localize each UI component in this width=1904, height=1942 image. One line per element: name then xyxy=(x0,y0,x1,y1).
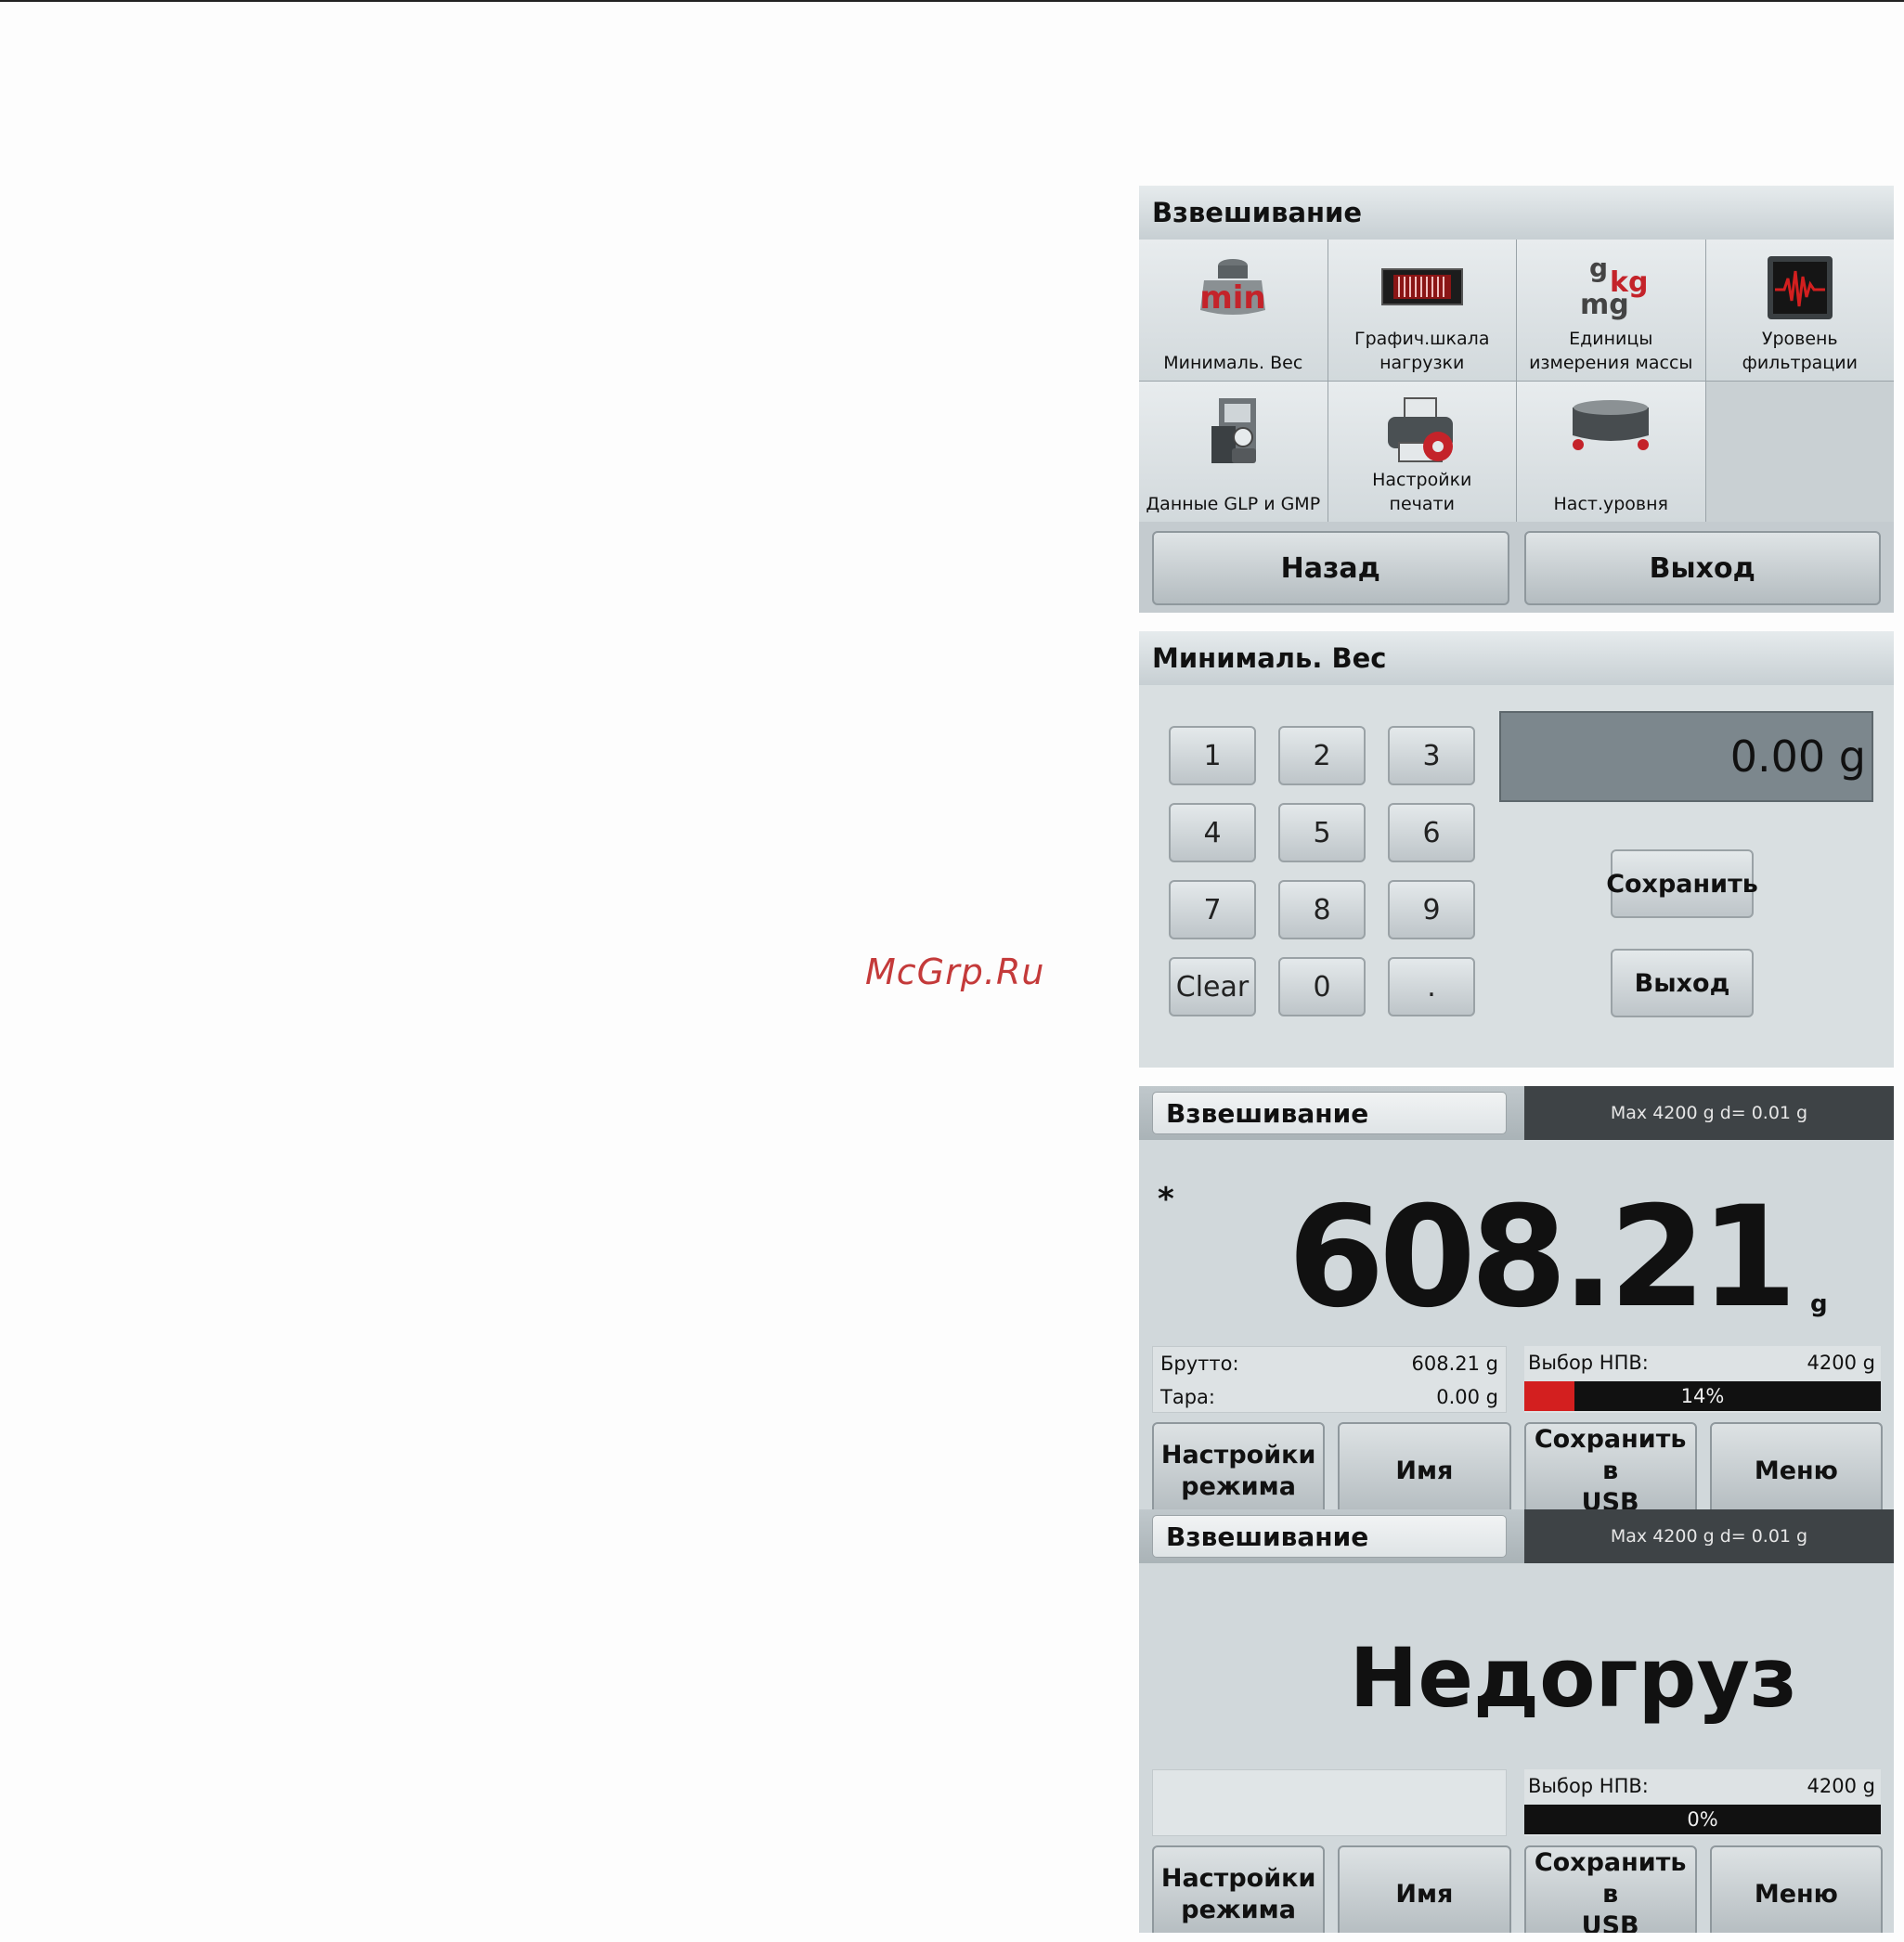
key-4[interactable]: 4 xyxy=(1169,803,1256,862)
watermark: McGrp.Ru xyxy=(865,952,1045,992)
npv-label: Выбор НПВ: xyxy=(1528,1775,1649,1797)
menu-item-label: Настройки печати xyxy=(1372,470,1472,514)
key-decimal[interactable]: . xyxy=(1388,957,1475,1016)
gross-label: Брутто: xyxy=(1160,1353,1239,1375)
svg-text:min: min xyxy=(1200,279,1266,317)
keypad-title: Минималь. Вес xyxy=(1139,631,1894,685)
print-settings-icon xyxy=(1380,395,1464,473)
menu-button-row: Назад Выход xyxy=(1139,522,1894,613)
menu-title: Взвешивание xyxy=(1139,186,1894,240)
capacity-panel: Выбор НПВ: 4200 g 14% xyxy=(1524,1346,1881,1413)
menu-item-filter-level[interactable]: Уровень фильтрации xyxy=(1705,240,1894,381)
tare-row: Тара: 0.00 g xyxy=(1160,1380,1498,1414)
menu-item-label: Наст.уровня xyxy=(1553,494,1668,514)
capacity-panel: Выбор НПВ: 4200 g 0% xyxy=(1524,1769,1881,1836)
stable-indicator: * xyxy=(1158,1181,1174,1218)
load-bar: 14% xyxy=(1524,1381,1881,1411)
npv-row: Выбор НПВ: 4200 g xyxy=(1528,1769,1875,1803)
menu-item-label: Единицы измерения массы xyxy=(1529,328,1693,373)
value-display: 0.00 g xyxy=(1499,711,1873,802)
weighing-menu-screen: Взвешивание min Минималь. Вес Графич.шка… xyxy=(1139,186,1894,613)
key-6[interactable]: 6 xyxy=(1388,803,1475,862)
underload-screen: Взвешивание Max 4200 g d= 0.01 g Недогру… xyxy=(1139,1509,1894,1933)
capacity-info: Max 4200 g d= 0.01 g xyxy=(1524,1086,1894,1140)
key-9[interactable]: 9 xyxy=(1388,880,1475,939)
menu-grid: min Минималь. Вес Графич.шкала нагрузки xyxy=(1139,240,1894,522)
menu-button[interactable]: Меню xyxy=(1709,1845,1883,1933)
key-8[interactable]: 8 xyxy=(1278,880,1366,939)
menu-item-glp-gmp[interactable]: Данные GLP и GMP xyxy=(1139,381,1328,522)
gross-value: 608.21 g xyxy=(1411,1353,1499,1375)
key-clear[interactable]: Clear xyxy=(1169,957,1256,1016)
menu-item-units[interactable]: g kg mg Единицы измерения массы xyxy=(1517,240,1705,381)
top-rule xyxy=(0,0,1904,2)
min-weight-keypad-screen: Минималь. Вес 1 2 3 4 5 6 7 8 9 Clear 0 … xyxy=(1139,631,1894,1068)
npv-row: Выбор НПВ: 4200 g xyxy=(1528,1346,1875,1379)
capacity-info: Max 4200 g d= 0.01 g xyxy=(1524,1509,1894,1563)
name-button[interactable]: Имя xyxy=(1338,1422,1511,1509)
mode-settings-button[interactable]: Настройки режима xyxy=(1152,1845,1326,1933)
key-0[interactable]: 0 xyxy=(1278,957,1366,1016)
numeric-keypad: 1 2 3 4 5 6 7 8 9 Clear 0 . xyxy=(1169,726,1475,1016)
tare-value: 0.00 g xyxy=(1436,1386,1498,1408)
menu-item-label: Графич.шкала нагрузки xyxy=(1354,328,1490,373)
npv-label: Выбор НПВ: xyxy=(1528,1352,1649,1374)
tare-label: Тара: xyxy=(1160,1386,1215,1408)
gross-tare-panel: Брутто: 608.21 g Тара: 0.00 g xyxy=(1152,1346,1507,1413)
exit-button[interactable]: Выход xyxy=(1611,949,1754,1017)
name-button[interactable]: Имя xyxy=(1338,1845,1511,1933)
menu-item-min-weight[interactable]: min Минималь. Вес xyxy=(1139,240,1328,381)
menu-button[interactable]: Меню xyxy=(1709,1422,1883,1509)
glp-gmp-icon xyxy=(1191,395,1275,473)
underload-message: Недогруз xyxy=(1349,1630,1797,1726)
save-to-usb-button[interactable]: Сохранить в USB xyxy=(1523,1422,1697,1509)
key-7[interactable]: 7 xyxy=(1169,880,1256,939)
npv-value: 4200 g xyxy=(1807,1352,1875,1374)
empty-info-panel xyxy=(1152,1769,1507,1836)
mode-settings-button[interactable]: Настройки режима xyxy=(1152,1422,1326,1509)
key-2[interactable]: 2 xyxy=(1278,726,1366,785)
units-icon: g kg mg xyxy=(1569,252,1652,325)
key-1[interactable]: 1 xyxy=(1169,726,1256,785)
load-percent: 14% xyxy=(1680,1385,1725,1407)
softkey-row: Настройки режима Имя Сохранить в USB Мен… xyxy=(1152,1845,1883,1933)
application-name[interactable]: Взвешивание xyxy=(1152,1515,1507,1558)
load-bar: 0% xyxy=(1524,1805,1881,1834)
load-percent: 0% xyxy=(1687,1808,1718,1831)
home-header: Взвешивание Max 4200 g d= 0.01 g xyxy=(1139,1086,1894,1140)
exit-button[interactable]: Выход xyxy=(1523,531,1881,605)
save-button[interactable]: Сохранить xyxy=(1606,849,1758,918)
home-header: Взвешивание Max 4200 g d= 0.01 g xyxy=(1139,1509,1894,1563)
gross-row: Брутто: 608.21 g xyxy=(1160,1347,1498,1380)
softkey-row: Настройки режима Имя Сохранить в USB Мен… xyxy=(1152,1422,1883,1509)
menu-item-level[interactable]: Наст.уровня xyxy=(1517,381,1705,522)
menu-item-label: Уровень фильтрации xyxy=(1742,328,1858,373)
menu-item-load-bar[interactable]: Графич.шкала нагрузки xyxy=(1328,240,1516,381)
menu-item-print-settings[interactable]: Настройки печати xyxy=(1328,381,1516,522)
load-bar-icon xyxy=(1380,252,1464,321)
back-button[interactable]: Назад xyxy=(1152,531,1509,605)
menu-item-label: Данные GLP и GMP xyxy=(1146,494,1321,514)
key-5[interactable]: 5 xyxy=(1278,803,1366,862)
unit-mg-text: mg xyxy=(1580,289,1629,321)
key-3[interactable]: 3 xyxy=(1388,726,1475,785)
application-name[interactable]: Взвешивание xyxy=(1152,1092,1507,1134)
min-weight-icon: min xyxy=(1191,252,1275,327)
unit-g-text: g xyxy=(1589,252,1608,283)
weight-unit: g xyxy=(1810,1290,1828,1318)
menu-item-label: Минималь. Вес xyxy=(1163,352,1303,373)
filter-level-icon xyxy=(1758,252,1842,327)
weighing-home-screen: Взвешивание Max 4200 g d= 0.01 g * 608.2… xyxy=(1139,1086,1894,1509)
npv-value: 4200 g xyxy=(1807,1775,1875,1797)
save-to-usb-button[interactable]: Сохранить в USB xyxy=(1523,1845,1697,1933)
level-icon xyxy=(1569,395,1652,463)
weight-reading: 608.21 xyxy=(1288,1177,1797,1339)
menu-empty-cell xyxy=(1705,381,1894,522)
